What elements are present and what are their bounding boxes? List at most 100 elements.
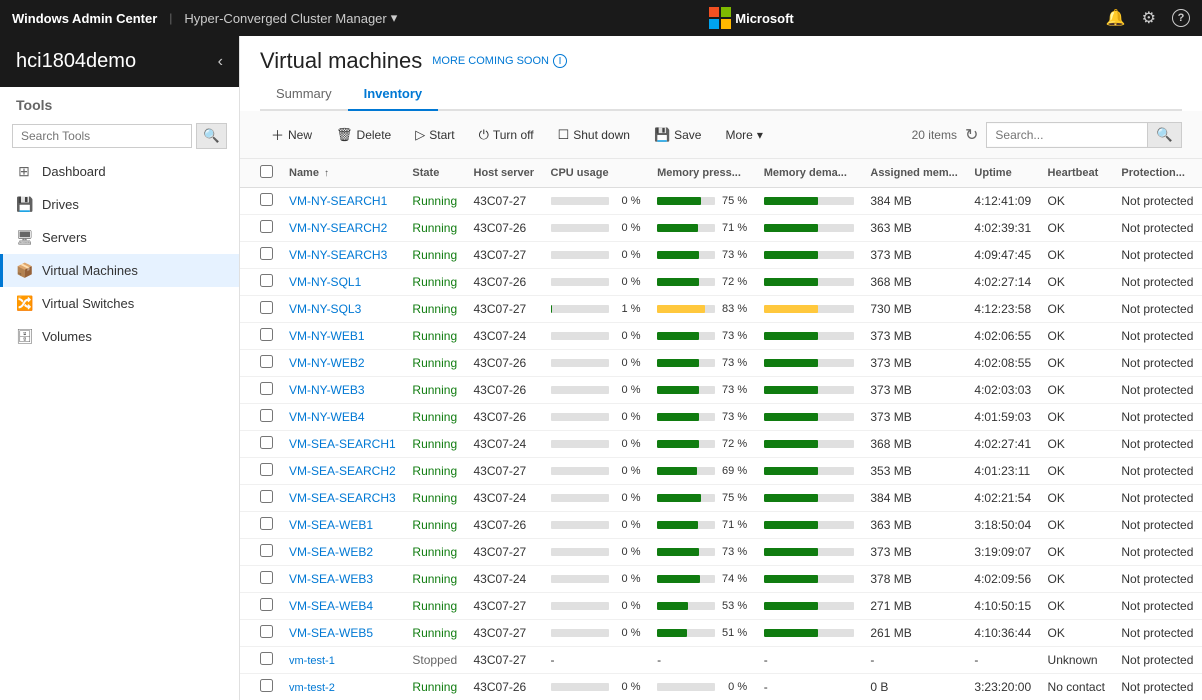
select-all-col[interactable]: [240, 159, 281, 188]
row-checkbox-cell[interactable]: [240, 647, 281, 674]
row-checkbox-cell[interactable]: [240, 350, 281, 377]
tab-inventory[interactable]: Inventory: [348, 78, 439, 111]
row-checkbox-cell[interactable]: [240, 188, 281, 215]
save-button[interactable]: 💾 Save: [643, 121, 713, 149]
row-checkbox[interactable]: [260, 679, 273, 692]
row-checkbox[interactable]: [260, 301, 273, 314]
row-checkbox-cell[interactable]: [240, 620, 281, 647]
row-checkbox-cell[interactable]: [240, 512, 281, 539]
trash-icon: 🗑: [336, 127, 353, 143]
more-button[interactable]: More ▾: [714, 122, 773, 148]
vm-link[interactable]: VM-SEA-WEB5: [289, 626, 373, 640]
sidebar-item-virtual-machines[interactable]: 📦Virtual Machines: [0, 254, 239, 287]
turnoff-button[interactable]: ⏻ Turn off: [468, 121, 545, 149]
row-checkbox[interactable]: [260, 355, 273, 368]
vm-link[interactable]: VM-NY-WEB2: [289, 356, 365, 370]
sidebar-item-servers[interactable]: 🖥Servers: [0, 221, 239, 254]
row-checkbox-cell[interactable]: [240, 674, 281, 700]
col-name[interactable]: Name ↑: [281, 159, 404, 188]
col-host[interactable]: Host server: [466, 159, 543, 188]
search-input[interactable]: [987, 124, 1147, 146]
vm-link[interactable]: vm-test-1: [289, 655, 335, 667]
sidebar-item-virtual-switches[interactable]: 🔀Virtual Switches: [0, 287, 239, 320]
vm-link[interactable]: VM-SEA-SEARCH3: [289, 491, 396, 505]
row-checkbox[interactable]: [260, 247, 273, 260]
row-checkbox-cell[interactable]: [240, 566, 281, 593]
col-heartbeat[interactable]: Heartbeat: [1040, 159, 1114, 188]
row-checkbox-cell[interactable]: [240, 377, 281, 404]
row-checkbox-cell[interactable]: [240, 539, 281, 566]
row-checkbox-cell[interactable]: [240, 296, 281, 323]
vm-link[interactable]: VM-SEA-WEB1: [289, 518, 373, 532]
vm-link[interactable]: VM-NY-WEB1: [289, 329, 365, 343]
vm-link[interactable]: VM-NY-SEARCH2: [289, 221, 387, 235]
row-checkbox-cell[interactable]: [240, 431, 281, 458]
vm-name-cell: VM-NY-SQL1: [281, 269, 404, 296]
row-checkbox[interactable]: [260, 409, 273, 422]
col-state[interactable]: State: [404, 159, 465, 188]
vm-link[interactable]: VM-NY-SEARCH1: [289, 194, 387, 208]
col-protection[interactable]: Protection...: [1113, 159, 1202, 188]
vm-link[interactable]: vm-test-2: [289, 682, 335, 694]
row-checkbox-cell[interactable]: [240, 323, 281, 350]
row-checkbox-cell[interactable]: [240, 458, 281, 485]
settings-icon[interactable]: ⚙: [1142, 8, 1156, 28]
help-icon[interactable]: ?: [1172, 9, 1190, 27]
search-submit-button[interactable]: 🔍: [1147, 123, 1181, 147]
row-checkbox[interactable]: [260, 328, 273, 341]
row-checkbox-cell[interactable]: [240, 593, 281, 620]
vm-name-cell: VM-SEA-WEB2: [281, 539, 404, 566]
row-checkbox[interactable]: [260, 220, 273, 233]
col-assigned[interactable]: Assigned mem...: [862, 159, 966, 188]
row-checkbox[interactable]: [260, 652, 273, 665]
delete-button[interactable]: 🗑 Delete: [325, 121, 402, 149]
vm-link[interactable]: VM-SEA-SEARCH2: [289, 464, 396, 478]
refresh-button[interactable]: ↻: [965, 125, 978, 145]
new-button[interactable]: ＋ New: [260, 119, 323, 150]
vm-link[interactable]: VM-NY-SQL1: [289, 275, 361, 289]
vm-link[interactable]: VM-NY-WEB4: [289, 410, 365, 424]
row-checkbox[interactable]: [260, 625, 273, 638]
row-checkbox-cell[interactable]: [240, 269, 281, 296]
row-checkbox[interactable]: [260, 193, 273, 206]
vm-link[interactable]: VM-SEA-WEB2: [289, 545, 373, 559]
row-checkbox[interactable]: [260, 571, 273, 584]
row-checkbox[interactable]: [260, 598, 273, 611]
vm-link[interactable]: VM-SEA-WEB3: [289, 572, 373, 586]
vm-heartbeat-cell: OK: [1040, 485, 1114, 512]
collapse-sidebar-button[interactable]: ‹: [218, 53, 223, 71]
vm-link[interactable]: VM-NY-SEARCH3: [289, 248, 387, 262]
row-checkbox-cell[interactable]: [240, 242, 281, 269]
sidebar-item-dashboard[interactable]: ⊞Dashboard: [0, 155, 239, 188]
row-checkbox[interactable]: [260, 463, 273, 476]
notification-icon[interactable]: 🔔: [1106, 8, 1126, 28]
start-button[interactable]: ▷ Start: [404, 121, 465, 149]
row-checkbox[interactable]: [260, 274, 273, 287]
row-checkbox[interactable]: [260, 436, 273, 449]
col-mem-press[interactable]: Memory press...: [649, 159, 756, 188]
tab-summary[interactable]: Summary: [260, 78, 348, 111]
col-cpu[interactable]: CPU usage: [543, 159, 650, 188]
sidebar-item-drives[interactable]: 💾Drives: [0, 188, 239, 221]
vm-link[interactable]: VM-SEA-SEARCH1: [289, 437, 396, 451]
shutdown-button[interactable]: ☐ Shut down: [547, 121, 641, 149]
sidebar-item-volumes[interactable]: 🗄Volumes: [0, 320, 239, 353]
search-tools-input[interactable]: [12, 124, 192, 148]
col-uptime[interactable]: Uptime: [966, 159, 1039, 188]
row-checkbox-cell[interactable]: [240, 215, 281, 242]
search-tools-button[interactable]: 🔍: [196, 123, 227, 149]
vm-protection-cell: Not protected: [1113, 512, 1202, 539]
select-all-checkbox[interactable]: [260, 165, 273, 178]
row-checkbox[interactable]: [260, 544, 273, 557]
vm-link[interactable]: VM-NY-SQL3: [289, 302, 361, 316]
vm-host-cell: 43C07-26: [466, 350, 543, 377]
row-checkbox-cell[interactable]: [240, 485, 281, 512]
row-checkbox[interactable]: [260, 490, 273, 503]
row-checkbox[interactable]: [260, 382, 273, 395]
vm-link[interactable]: VM-NY-WEB3: [289, 383, 365, 397]
vm-link[interactable]: VM-SEA-WEB4: [289, 599, 373, 613]
row-checkbox[interactable]: [260, 517, 273, 530]
cluster-label[interactable]: Hyper-Converged Cluster Manager ▾: [184, 10, 397, 26]
row-checkbox-cell[interactable]: [240, 404, 281, 431]
col-mem-demand[interactable]: Memory dema...: [756, 159, 863, 188]
